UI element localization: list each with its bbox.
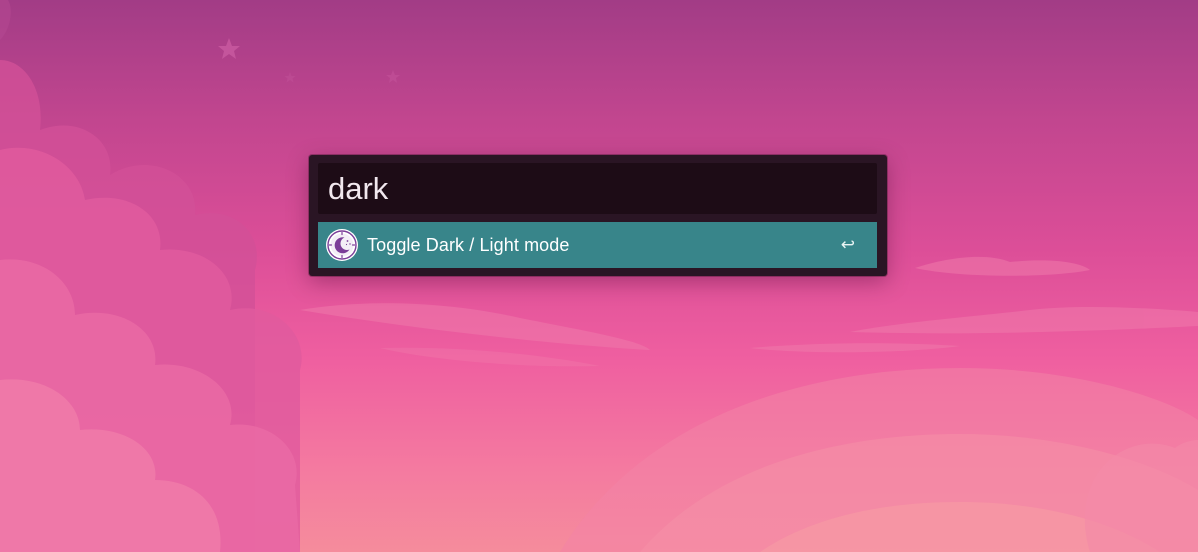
wallpaper-stars: [218, 38, 400, 83]
left-clouds: [0, 0, 302, 552]
desktop: Toggle Dark / Light mode ↩: [0, 0, 1198, 552]
launcher-panel: Toggle Dark / Light mode ↩: [309, 155, 887, 276]
search-box[interactable]: [318, 163, 877, 214]
moon-clock-icon: [326, 229, 358, 261]
result-item-toggle-dark-light-mode[interactable]: Toggle Dark / Light mode ↩: [318, 222, 877, 268]
return-key-icon: ↩: [840, 235, 855, 255]
wallpaper: [0, 0, 1198, 552]
search-input[interactable]: [328, 163, 877, 214]
result-label: Toggle Dark / Light mode: [367, 234, 570, 255]
